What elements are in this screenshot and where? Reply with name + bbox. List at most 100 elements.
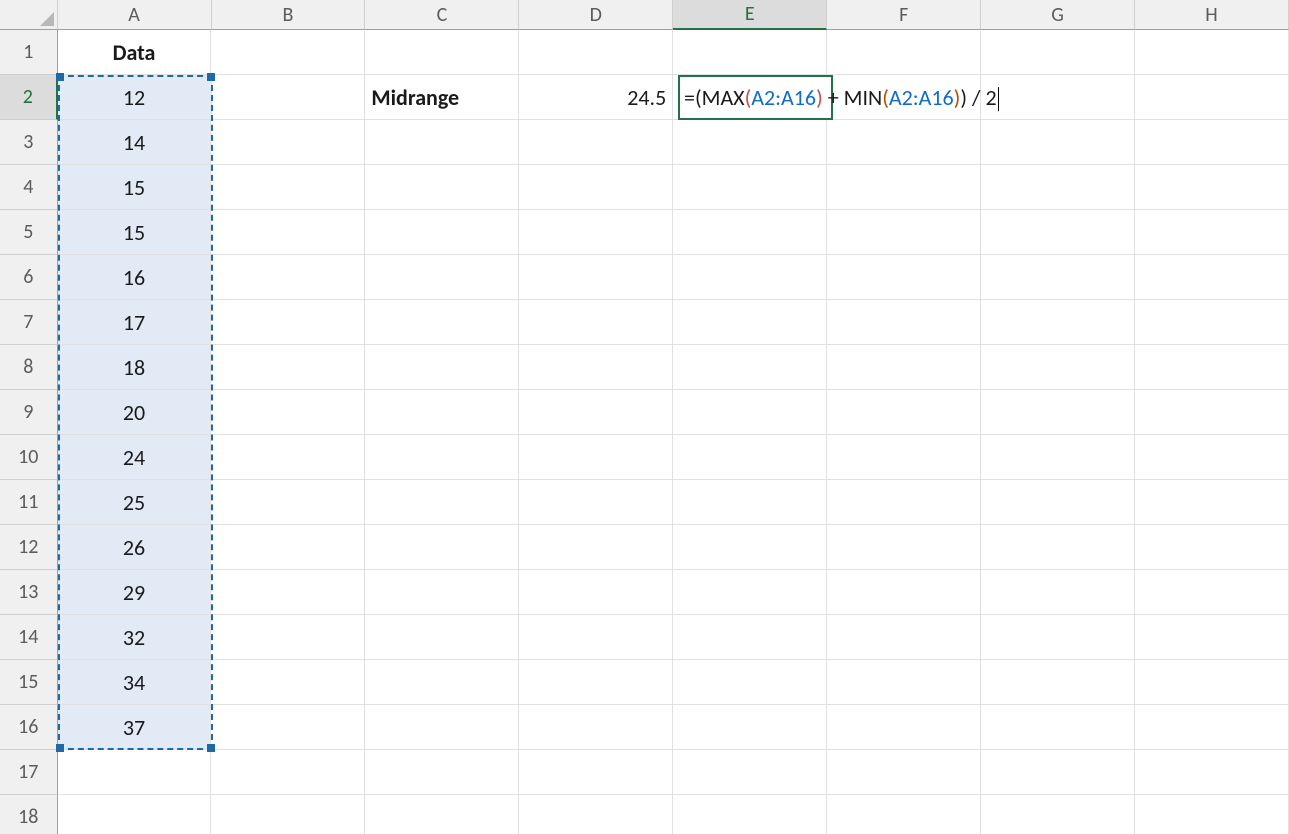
- cell-D9[interactable]: [519, 390, 673, 435]
- cell-G13[interactable]: [981, 570, 1135, 615]
- cell-H1[interactable]: [1135, 30, 1289, 75]
- cell-B9[interactable]: [211, 390, 365, 435]
- cell-A3[interactable]: 14: [58, 120, 212, 165]
- col-header-B[interactable]: B: [212, 0, 366, 30]
- cell-D2[interactable]: 24.5: [519, 75, 673, 120]
- col-header-E[interactable]: E: [673, 0, 827, 30]
- cell-B16[interactable]: [211, 705, 365, 750]
- cell-B4[interactable]: [211, 165, 365, 210]
- cell-G9[interactable]: [981, 390, 1135, 435]
- col-header-A[interactable]: A: [58, 0, 212, 30]
- cell-B10[interactable]: [211, 435, 365, 480]
- cell-F15[interactable]: [827, 660, 981, 705]
- row-header-5[interactable]: 5: [0, 210, 58, 255]
- cell-B17[interactable]: [211, 750, 365, 795]
- cell-A5[interactable]: 15: [58, 210, 212, 255]
- cell-E17[interactable]: [673, 750, 827, 795]
- cell-B8[interactable]: [211, 345, 365, 390]
- cell-C11[interactable]: [365, 480, 519, 525]
- cell-B6[interactable]: [211, 255, 365, 300]
- cell-D14[interactable]: [519, 615, 673, 660]
- cell-F7[interactable]: [827, 300, 981, 345]
- row-header-7[interactable]: 7: [0, 300, 58, 345]
- cell-H5[interactable]: [1135, 210, 1289, 255]
- cell-F1[interactable]: [827, 30, 981, 75]
- cell-A15[interactable]: 34: [58, 660, 212, 705]
- cell-H8[interactable]: [1135, 345, 1289, 390]
- cell-D4[interactable]: [519, 165, 673, 210]
- cell-B7[interactable]: [211, 300, 365, 345]
- col-header-D[interactable]: D: [519, 0, 673, 30]
- row-header-8[interactable]: 8: [0, 345, 58, 390]
- cell-F14[interactable]: [827, 615, 981, 660]
- cell-A18[interactable]: [58, 795, 212, 834]
- cell-E11[interactable]: [673, 480, 827, 525]
- row-header-11[interactable]: 11: [0, 480, 58, 525]
- cell-B2[interactable]: [212, 75, 366, 120]
- cell-G16[interactable]: [981, 705, 1135, 750]
- cell-G2[interactable]: [981, 75, 1135, 120]
- cell-G14[interactable]: [981, 615, 1135, 660]
- cell-A12[interactable]: 26: [58, 525, 212, 570]
- cell-H11[interactable]: [1135, 480, 1289, 525]
- cell-B14[interactable]: [211, 615, 365, 660]
- cell-C4[interactable]: [365, 165, 519, 210]
- cell-E4[interactable]: [673, 165, 827, 210]
- cell-B3[interactable]: [211, 120, 365, 165]
- cell-C12[interactable]: [365, 525, 519, 570]
- cell-F9[interactable]: [827, 390, 981, 435]
- spreadsheet-grid[interactable]: A B C D E F G H 1Data212Midrange24.53144…: [0, 0, 1289, 834]
- cell-A14[interactable]: 32: [58, 615, 212, 660]
- select-all-corner[interactable]: [0, 0, 58, 30]
- col-header-H[interactable]: H: [1135, 0, 1289, 30]
- row-header-1[interactable]: 1: [0, 30, 58, 75]
- cell-F13[interactable]: [827, 570, 981, 615]
- cell-B1[interactable]: [211, 30, 365, 75]
- cell-C16[interactable]: [365, 705, 519, 750]
- cell-G12[interactable]: [981, 525, 1135, 570]
- cell-B18[interactable]: [211, 795, 365, 834]
- cell-E14[interactable]: [673, 615, 827, 660]
- col-header-G[interactable]: G: [981, 0, 1135, 30]
- cell-F6[interactable]: [827, 255, 981, 300]
- row-header-6[interactable]: 6: [0, 255, 58, 300]
- cell-H9[interactable]: [1135, 390, 1289, 435]
- cell-C15[interactable]: [365, 660, 519, 705]
- cell-C2[interactable]: Midrange: [365, 75, 519, 120]
- cell-F4[interactable]: [827, 165, 981, 210]
- row-header-17[interactable]: 17: [0, 750, 58, 795]
- cell-A7[interactable]: 17: [58, 300, 212, 345]
- cell-A6[interactable]: 16: [58, 255, 212, 300]
- cell-G17[interactable]: [981, 750, 1135, 795]
- cell-H17[interactable]: [1135, 750, 1289, 795]
- cell-D1[interactable]: [519, 30, 673, 75]
- cell-E15[interactable]: [673, 660, 827, 705]
- cell-C9[interactable]: [365, 390, 519, 435]
- cell-H7[interactable]: [1135, 300, 1289, 345]
- cell-E10[interactable]: [673, 435, 827, 480]
- col-header-C[interactable]: C: [365, 0, 519, 30]
- row-header-14[interactable]: 14: [0, 615, 58, 660]
- cell-G5[interactable]: [981, 210, 1135, 255]
- cell-G8[interactable]: [981, 345, 1135, 390]
- cell-A13[interactable]: 29: [58, 570, 212, 615]
- cell-D11[interactable]: [519, 480, 673, 525]
- cell-F11[interactable]: [827, 480, 981, 525]
- cell-A2[interactable]: 12: [58, 75, 212, 120]
- cell-E6[interactable]: [673, 255, 827, 300]
- cell-A9[interactable]: 20: [58, 390, 212, 435]
- row-header-13[interactable]: 13: [0, 570, 58, 615]
- row-header-3[interactable]: 3: [0, 120, 58, 165]
- cell-B13[interactable]: [211, 570, 365, 615]
- cell-H2[interactable]: [1135, 75, 1289, 120]
- cell-A4[interactable]: 15: [58, 165, 212, 210]
- cell-C7[interactable]: [365, 300, 519, 345]
- cell-D13[interactable]: [519, 570, 673, 615]
- cell-B12[interactable]: [211, 525, 365, 570]
- cell-G10[interactable]: [981, 435, 1135, 480]
- cell-F16[interactable]: [827, 705, 981, 750]
- cell-F3[interactable]: [827, 120, 981, 165]
- cell-D6[interactable]: [519, 255, 673, 300]
- cell-D12[interactable]: [519, 525, 673, 570]
- cell-B11[interactable]: [211, 480, 365, 525]
